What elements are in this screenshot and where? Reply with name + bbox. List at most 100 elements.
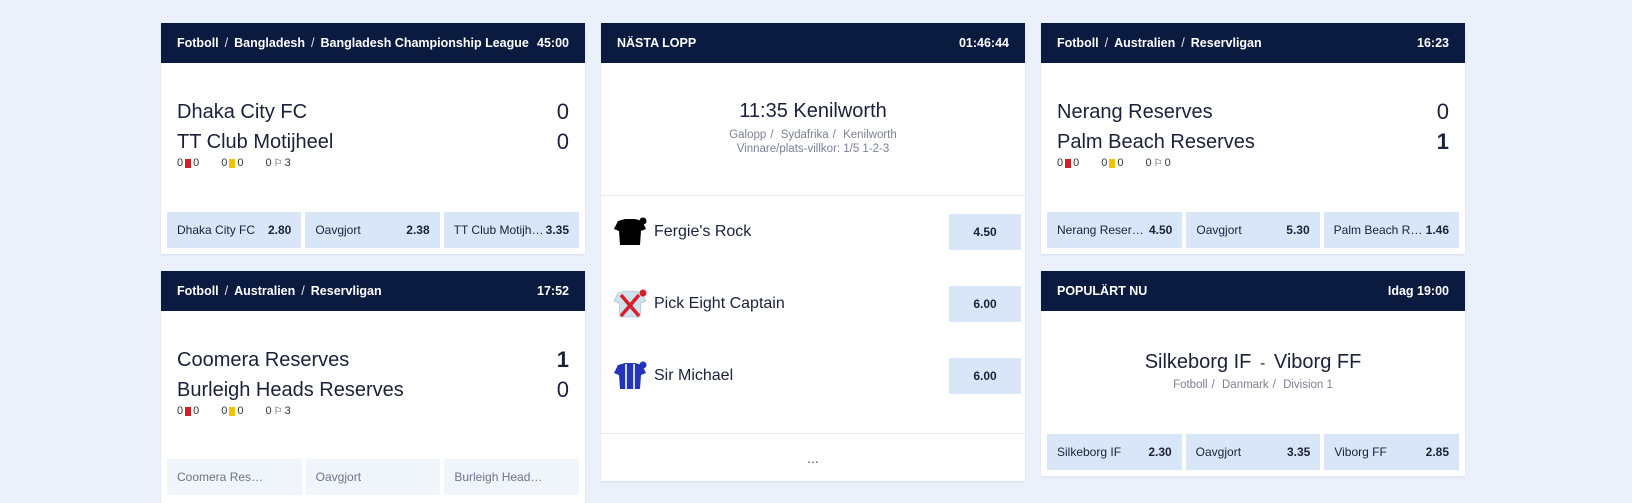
breadcrumb: Fotboll / Australien / Reservligan (177, 284, 382, 298)
red-cards-stat: 00 (177, 157, 200, 169)
odds-row: Silkeborg IF 2.30 Oavgjort 3.35 Viborg FF 2… (1047, 434, 1460, 470)
breadcrumb: Fotboll / Bangladesh / Bangladesh Champion… (177, 36, 529, 50)
more-runners-button[interactable]: ... (601, 433, 1025, 481)
breadcrumb-sport: Fotboll (177, 284, 219, 298)
runner-row: Pick Eight Captain 6.00 (601, 268, 1025, 340)
away-team-row: Palm Beach Reserves 1 (1057, 129, 1449, 155)
odds-away-button[interactable]: Burleigh Heads Reserves (444, 459, 580, 495)
race-header[interactable]: NÄSTA LOPP 01:46:44 (601, 23, 1025, 63)
breadcrumb-country: Australien (234, 284, 296, 298)
breadcrumb: Galopp / Sydafrika / Kenilworth (729, 129, 897, 141)
match-body[interactable]: Nerang Reserves 0 Palm Beach Reserves 1 … (1041, 63, 1465, 206)
versus-dash: - (1259, 355, 1266, 372)
popular-card[interactable]: POPULÄRT NU Idag 19:00 Silkeborg IF - Vi… (1041, 271, 1465, 476)
odds-draw-button[interactable]: Oavgjort 2.38 (305, 212, 440, 248)
breadcrumb: Fotboll / Australien / Reservligan (1057, 36, 1262, 50)
corner-flag-icon: ⚐ (273, 405, 283, 417)
home-team-row: Nerang Reserves 0 (1057, 99, 1449, 125)
away-score: 0 (556, 377, 569, 402)
race-info[interactable]: 11:35 Kenilworth Galopp / Sydafrika / Keni… (601, 63, 1025, 196)
match-body[interactable]: Coomera Reserves 1 Burleigh Heads Reserv… (161, 311, 585, 454)
away-team-row: TT Club Motijheel 0 (177, 129, 569, 155)
away-team-name: TT Club Motijheel (177, 130, 334, 153)
corners-stat: 0 ⚐ 0 (1145, 157, 1171, 169)
odds-home-button[interactable]: Nerang Reserves 4.50 (1047, 212, 1183, 248)
odds-home-button[interactable]: Silkeborg IF 2.30 (1047, 434, 1182, 470)
black-jersey-silk-icon (614, 217, 647, 245)
home-team-name: Silkeborg IF (1144, 351, 1252, 373)
match-stats: 00 00 0 ⚐ 3 (177, 405, 291, 417)
yellow-cards-stat: 00 (1101, 157, 1124, 169)
home-team-row: Coomera Reserves 1 (177, 347, 569, 373)
yellow-cards-stat: 00 (221, 157, 244, 169)
match-card[interactable]: Fotboll / Bangladesh / Bangladesh Champion… (161, 23, 585, 254)
match-card[interactable]: Fotboll / Australien / Reservligan 17:52 C… (161, 271, 585, 503)
home-team-name: Dhaka City FC (177, 100, 308, 123)
blue-jersey-silk-icon (614, 361, 647, 389)
breadcrumb-sport: Fotboll (1173, 379, 1208, 391)
home-score: 0 (1436, 99, 1449, 124)
runner-odds-button[interactable]: 6.00 (949, 286, 1021, 322)
odds-row: Dhaka City FC 2.80 Oavgjort 2.38 TT Club M… (167, 212, 580, 248)
yellow-card-icon (1109, 158, 1116, 168)
breadcrumb-country: Danmark (1222, 379, 1269, 391)
odds-draw-button[interactable]: Oavgjort (305, 459, 441, 495)
breadcrumb-sport: Fotboll (177, 36, 219, 50)
home-score: 1 (556, 347, 569, 372)
red-card-icon (1065, 158, 1072, 168)
race-title: 11:35 Kenilworth (739, 100, 887, 122)
odds-draw-button[interactable]: Oavgjort 3.35 (1185, 434, 1321, 470)
odds-home-button[interactable]: Dhaka City FC 2.80 (167, 212, 302, 248)
next-race-card[interactable]: NÄSTA LOPP 01:46:44 11:35 Kenilworth Gal… (601, 23, 1025, 481)
corner-flag-icon: ⚐ (273, 157, 283, 169)
yellow-card-icon (229, 158, 236, 168)
breadcrumb-league: Bangladesh Championship League (320, 36, 529, 50)
breadcrumb-track: Kenilworth (843, 129, 897, 141)
match-card[interactable]: Fotboll / Australien / Reservligan 16:23 N… (1041, 23, 1465, 254)
runner-row: Sir Michael 6.00 (601, 340, 1025, 412)
match-body[interactable]: Dhaka City FC 0 TT Club Motijheel 0 00 0… (161, 63, 585, 206)
away-team-name: Viborg FF (1273, 351, 1362, 373)
race-header-title: NÄSTA LOPP (617, 36, 697, 50)
breadcrumb-sport: Galopp (729, 129, 767, 141)
odds-away-button[interactable]: Viborg FF 2.85 (1324, 434, 1460, 470)
race-countdown: 01:46:44 (958, 36, 1009, 50)
odds-away-button[interactable]: TT Club Motijheel 3.35 (443, 212, 580, 248)
breadcrumb: Fotboll / Danmark / Division 1 (1173, 379, 1333, 391)
breadcrumb-sport: Fotboll (1057, 36, 1099, 50)
runner-name: Pick Eight Captain (654, 295, 785, 312)
breadcrumb-league: Reservligan (310, 284, 382, 298)
away-team-name: Burleigh Heads Reserves (177, 378, 404, 401)
runner-odds-button[interactable]: 4.50 (949, 214, 1021, 250)
runner-odds-button[interactable]: 6.00 (949, 358, 1021, 394)
breadcrumb-league: Division 1 (1283, 379, 1333, 391)
red-card-icon (185, 158, 192, 168)
match-time: 17:52 (537, 284, 569, 298)
runner-name: Fergie's Rock (654, 223, 752, 240)
yellow-card-icon (229, 406, 236, 416)
popular-header[interactable]: POPULÄRT NU Idag 19:00 (1041, 271, 1465, 311)
odds-row: Nerang Reserves 4.50 Oavgjort 5.30 Palm Be… (1047, 212, 1459, 248)
place-terms: Vinnare/plats-villkor: 1/5 1-2-3 (736, 143, 890, 155)
home-score: 0 (556, 99, 569, 124)
match-header[interactable]: Fotboll / Australien / Reservligan 17:52 (161, 271, 585, 311)
runner-row: Fergie's Rock 4.50 (601, 196, 1025, 268)
odds-draw-button[interactable]: Oavgjort 5.30 (1186, 212, 1320, 248)
home-team-row: Dhaka City FC 0 (177, 99, 569, 125)
red-card-icon (185, 406, 192, 416)
odds-home-button[interactable]: Coomera Reserves (167, 459, 302, 495)
match-header[interactable]: Fotboll / Bangladesh / Bangladesh Champion… (161, 23, 585, 63)
match-stats: 00 00 0 ⚐ 0 (1057, 157, 1171, 169)
breadcrumb-country: Australien (1114, 36, 1176, 50)
yellow-cards-stat: 00 (221, 405, 244, 417)
odds-away-button[interactable]: Palm Beach Reserves1.46 (1323, 212, 1459, 248)
home-team-name: Nerang Reserves (1057, 100, 1213, 123)
popular-match-title[interactable]: Silkeborg IF - Viborg FF (1041, 311, 1465, 374)
away-score: 0 (556, 129, 569, 154)
home-team-name: Coomera Reserves (177, 348, 350, 371)
away-team-name: Palm Beach Reserves (1057, 130, 1255, 153)
match-time: 45:00 (537, 36, 569, 50)
breadcrumb-country: Bangladesh (234, 36, 305, 50)
match-time: 16:23 (1417, 36, 1449, 50)
match-header[interactable]: Fotboll / Australien / Reservligan 16:23 (1041, 23, 1465, 63)
